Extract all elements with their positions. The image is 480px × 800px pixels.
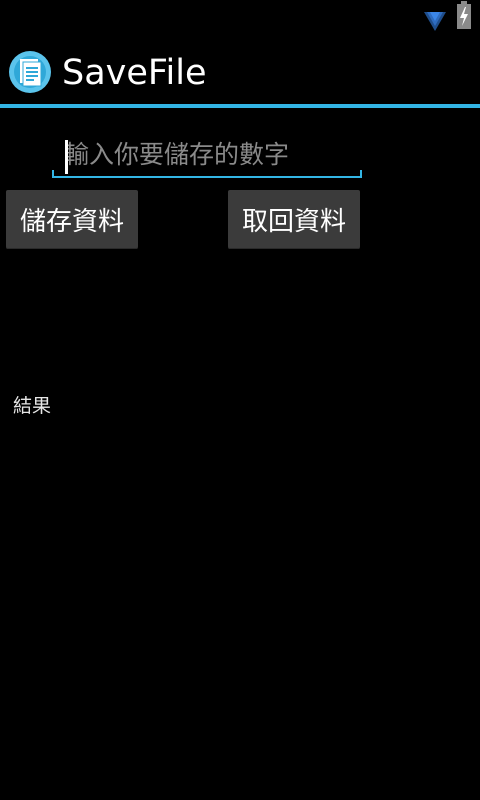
wifi-icon — [424, 12, 446, 31]
status-bar — [0, 0, 480, 38]
battery-charging-icon — [457, 1, 471, 29]
document-icon[interactable] — [8, 50, 52, 94]
input-underline-right-tick — [360, 170, 362, 178]
app-title: SaveFile — [62, 53, 207, 93]
number-input[interactable] — [52, 132, 362, 176]
load-data-button[interactable]: 取回資料 — [228, 190, 360, 249]
text-cursor — [65, 140, 68, 174]
action-bar: SaveFile — [0, 38, 480, 106]
action-bar-divider — [0, 104, 480, 108]
input-underline — [52, 176, 362, 178]
input-underline-left-tick — [52, 170, 54, 178]
app-screen: SaveFile 儲存資料 取回資料 結果 — [0, 0, 480, 800]
number-input-field[interactable] — [52, 132, 362, 180]
save-data-button[interactable]: 儲存資料 — [6, 190, 138, 249]
result-label: 結果 — [13, 395, 52, 417]
